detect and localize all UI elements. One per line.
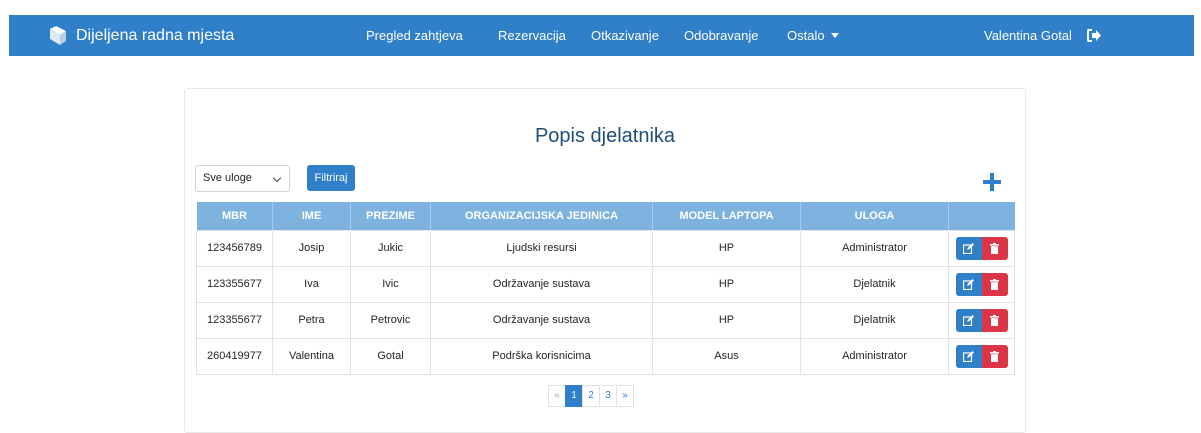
nav-item-ostalo-label: Ostalo bbox=[787, 28, 825, 43]
trash-icon bbox=[990, 350, 999, 362]
trash-icon bbox=[990, 314, 999, 326]
cell-org-unit: Održavanje sustava bbox=[430, 265, 653, 303]
page-title: Popis djelatnika bbox=[534, 125, 676, 147]
cell-ime: Josip bbox=[272, 229, 351, 267]
cell-actions bbox=[948, 265, 1015, 303]
delete-button[interactable] bbox=[981, 272, 1008, 296]
cell-actions bbox=[948, 301, 1015, 339]
cell-laptop: Asus bbox=[652, 337, 801, 375]
col-mbr[interactable]: MBR bbox=[196, 202, 273, 230]
cell-mbr: 123355677 bbox=[196, 265, 273, 303]
cell-prezime: Jukic bbox=[350, 229, 431, 267]
cell-laptop: HP bbox=[652, 229, 801, 267]
cell-org-unit: Ljudski resursi bbox=[430, 229, 653, 267]
cell-prezime: Gotal bbox=[350, 337, 431, 375]
pagination-page-2[interactable]: 2 bbox=[582, 385, 600, 407]
cell-mbr: 123355677 bbox=[196, 301, 273, 339]
cell-org-unit: Podrška korisnicima bbox=[430, 337, 653, 375]
cell-role: Djelatnik bbox=[800, 301, 949, 339]
edit-icon bbox=[963, 278, 974, 290]
edit-button[interactable] bbox=[955, 236, 982, 260]
brand-title: Dijeljena radna mjesta bbox=[76, 26, 235, 44]
delete-button[interactable] bbox=[981, 344, 1008, 368]
edit-icon bbox=[963, 242, 974, 254]
cube-logo-icon bbox=[50, 25, 66, 45]
employee-card: Popis djelatnika Sve uloge Filtriraj MBR… bbox=[184, 88, 1026, 433]
col-ime[interactable]: IME bbox=[272, 202, 351, 230]
col-uloga[interactable]: ULOGA bbox=[800, 202, 949, 230]
nav-item-odobravanje[interactable]: Odobravanje bbox=[684, 15, 758, 56]
nav-item-rezervacija[interactable]: Rezervacija bbox=[498, 15, 566, 56]
cell-actions bbox=[948, 337, 1015, 375]
role-filter-value: Sve uloge bbox=[203, 172, 252, 184]
cell-actions bbox=[948, 229, 1015, 267]
table-header-row: MBR IME PREZIME ORGANIZACIJSKA JEDINICA … bbox=[196, 202, 1015, 230]
table-row: 123355677 Iva Ivic Održavanje sustava HP… bbox=[196, 265, 1015, 303]
cell-ime: Valentina bbox=[272, 337, 351, 375]
trash-icon bbox=[990, 278, 999, 290]
brand[interactable]: Dijeljena radna mjesta bbox=[46, 15, 234, 56]
employee-table: MBR IME PREZIME ORGANIZACIJSKA JEDINICA … bbox=[196, 202, 1015, 375]
col-actions bbox=[948, 202, 1015, 230]
cell-role: Administrator bbox=[800, 229, 949, 267]
pagination-page-3[interactable]: 3 bbox=[599, 385, 617, 407]
table-row: 260419977 Valentina Gotal Podrška korisn… bbox=[196, 337, 1015, 375]
table-row: 123355677 Petra Petrovic Održavanje sust… bbox=[196, 301, 1015, 339]
delete-button[interactable] bbox=[981, 236, 1008, 260]
edit-icon bbox=[963, 314, 974, 326]
caret-down-icon bbox=[830, 33, 839, 38]
col-model-laptopa[interactable]: MODEL LAPTOPA bbox=[652, 202, 801, 230]
nav-item-ostalo-dropdown[interactable]: Ostalo bbox=[787, 15, 839, 56]
cell-mbr: 123456789 bbox=[196, 229, 273, 267]
nav-item-pregled-zahtjeva[interactable]: Pregled zahtjeva bbox=[366, 15, 463, 56]
filter-button[interactable]: Filtriraj bbox=[307, 165, 355, 191]
cell-prezime: Petrovic bbox=[350, 301, 431, 339]
pagination-prev[interactable]: « bbox=[548, 385, 566, 407]
cell-org-unit: Održavanje sustava bbox=[430, 301, 653, 339]
cell-prezime: Ivic bbox=[350, 265, 431, 303]
pagination-page-1[interactable]: 1 bbox=[565, 385, 583, 407]
cell-mbr: 260419977 bbox=[196, 337, 273, 375]
delete-button[interactable] bbox=[981, 308, 1008, 332]
user-name[interactable]: Valentina Gotal bbox=[984, 15, 1072, 56]
cell-role: Djelatnik bbox=[800, 265, 949, 303]
top-navbar: Dijeljena radna mjesta Pregled zahtjeva … bbox=[9, 15, 1194, 56]
role-filter-select[interactable]: Sve uloge bbox=[195, 165, 290, 192]
cell-role: Administrator bbox=[800, 337, 949, 375]
edit-button[interactable] bbox=[955, 272, 982, 296]
chevron-down-icon bbox=[272, 173, 282, 183]
col-organizacijska-jedinica[interactable]: ORGANIZACIJSKA JEDINICA bbox=[430, 202, 653, 230]
table-row: 123456789 Josip Jukic Ljudski resursi HP… bbox=[196, 229, 1015, 267]
cell-ime: Iva bbox=[272, 265, 351, 303]
edit-icon bbox=[963, 350, 974, 362]
pagination: « 1 2 3 » bbox=[548, 385, 634, 407]
edit-button[interactable] bbox=[955, 344, 982, 368]
pagination-next[interactable]: » bbox=[616, 385, 634, 407]
nav-item-otkazivanje[interactable]: Otkazivanje bbox=[591, 15, 659, 56]
add-employee-plus-icon[interactable] bbox=[983, 173, 1001, 191]
logout-icon[interactable] bbox=[1086, 28, 1102, 43]
edit-button[interactable] bbox=[955, 308, 982, 332]
cell-laptop: HP bbox=[652, 301, 801, 339]
cell-laptop: HP bbox=[652, 265, 801, 303]
cell-ime: Petra bbox=[272, 301, 351, 339]
trash-icon bbox=[990, 242, 999, 254]
col-prezime[interactable]: PREZIME bbox=[350, 202, 431, 230]
